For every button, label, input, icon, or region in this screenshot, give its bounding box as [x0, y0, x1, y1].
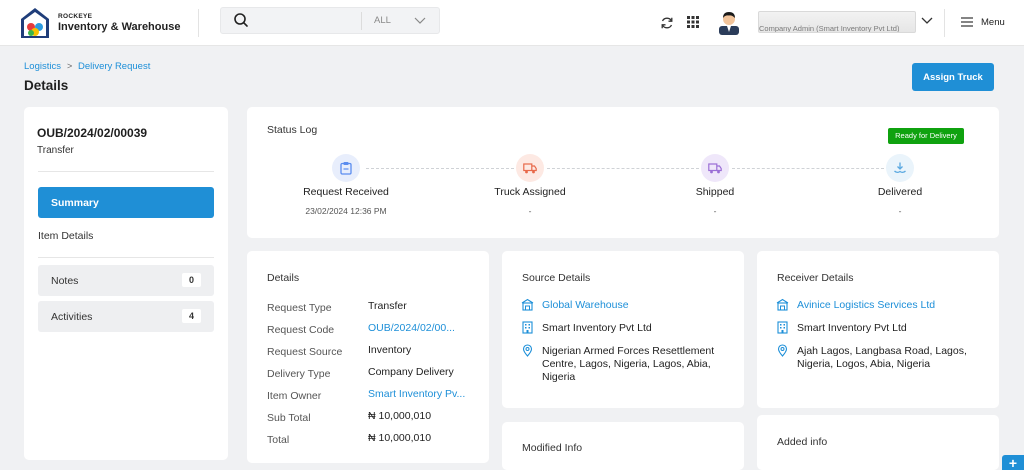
- delivered-icon: [894, 162, 906, 174]
- breadcrumb-logistics[interactable]: Logistics: [24, 61, 61, 72]
- count-badge: 4: [182, 309, 201, 323]
- truck-icon: [708, 163, 722, 174]
- hamburger-menu-icon[interactable]: [961, 17, 973, 27]
- tab-item-details[interactable]: Item Details: [38, 230, 93, 242]
- warehouse-icon: [776, 298, 789, 311]
- receiver-address: Ajah Lagos, Langbasa Road, Lagos, Nigeri…: [797, 345, 967, 370]
- progress-connector: [732, 168, 884, 169]
- building-icon: [522, 321, 533, 334]
- receiver-name-link[interactable]: Avinice Logistics Services Ltd: [797, 299, 987, 312]
- add-button[interactable]: +: [1002, 455, 1024, 470]
- divider: [38, 171, 214, 172]
- step-icon-request-received: [332, 154, 360, 182]
- detail-label: Total: [267, 434, 290, 446]
- count-badge: 0: [182, 273, 201, 287]
- truck-icon: [523, 163, 537, 174]
- page-title: Details: [24, 78, 69, 93]
- assign-truck-button[interactable]: Assign Truck: [912, 63, 994, 91]
- tab-label: Activities: [51, 311, 93, 323]
- user-company: Company Admin (Smart Inventory Pvt Ltd): [759, 24, 900, 33]
- source-address: Nigerian Armed Forces Resettlement Centr…: [542, 345, 715, 383]
- step-label: Request Received: [303, 186, 389, 198]
- brand-small: ROCKEYE: [58, 13, 93, 20]
- receiver-title: Receiver Details: [777, 272, 854, 284]
- step-date: 23/02/2024 12:36 PM: [305, 206, 387, 216]
- detail-value: Company Delivery: [368, 366, 454, 378]
- item-owner-link[interactable]: Smart Inventory Pv...: [368, 388, 465, 400]
- breadcrumb-delivery-request[interactable]: Delivery Request: [78, 61, 150, 72]
- location-pin-icon: [522, 344, 533, 357]
- divider: [944, 9, 945, 37]
- brand-title: Inventory & Warehouse: [58, 21, 181, 33]
- refresh-icon[interactable]: [660, 16, 674, 30]
- user-name-field[interactable]: Company Admin (Smart Inventory Pvt Ltd): [758, 11, 916, 33]
- detail-label: Request Type: [267, 302, 332, 314]
- chevron-down-icon[interactable]: [921, 16, 933, 26]
- warehouse-icon: [521, 298, 534, 311]
- status-badge: Ready for Delivery: [888, 128, 964, 144]
- divider: [361, 12, 362, 30]
- search-bar: ALL: [220, 7, 440, 34]
- detail-label: Request Code: [267, 324, 335, 336]
- source-title: Source Details: [522, 272, 591, 284]
- step-date: -: [528, 206, 532, 216]
- request-summary-card: OUB/2024/02/00039 Transfer Summary Item …: [24, 107, 228, 460]
- status-log-card: Status Log Ready for Delivery Request Re…: [247, 107, 999, 238]
- step-label: Shipped: [695, 186, 735, 198]
- tab-label: Notes: [51, 275, 79, 287]
- search-scope-select[interactable]: ALL: [374, 15, 391, 26]
- divider: [198, 9, 199, 37]
- detail-value: Inventory: [368, 344, 412, 356]
- rockeye-logo-icon[interactable]: [20, 7, 50, 39]
- details-card: Details Request Type Transfer Request Co…: [247, 251, 489, 463]
- added-info-card: Added info: [757, 415, 999, 470]
- progress-connector: [366, 168, 514, 169]
- breadcrumb-separator: >: [67, 61, 73, 71]
- request-code-link[interactable]: OUB/2024/02/00...: [368, 322, 455, 334]
- avatar[interactable]: [717, 9, 741, 35]
- detail-label: Delivery Type: [267, 368, 331, 380]
- request-reference: OUB/2024/02/00039: [37, 126, 148, 140]
- divider: [38, 257, 214, 258]
- tab-summary[interactable]: Summary: [38, 187, 214, 218]
- detail-value: ₦ 10,000,010: [368, 410, 432, 422]
- location-pin-icon: [777, 344, 788, 357]
- detail-label: Request Source: [267, 346, 343, 358]
- progress-connector: [547, 168, 699, 169]
- detail-value: Transfer: [368, 300, 407, 312]
- apps-grid-icon[interactable]: [686, 15, 700, 29]
- request-type: Transfer: [37, 145, 74, 156]
- detail-label: Item Owner: [267, 390, 322, 402]
- tab-notes[interactable]: Notes 0: [38, 265, 214, 296]
- step-icon-truck-assigned: [516, 154, 544, 182]
- search-icon[interactable]: [233, 12, 249, 28]
- step-date: -: [713, 206, 717, 216]
- added-info-title: Added info: [777, 436, 828, 448]
- modified-info-title: Modified Info: [522, 442, 583, 454]
- detail-value: ₦ 10,000,010: [368, 432, 432, 444]
- step-label: Delivered: [877, 186, 923, 198]
- status-log-title: Status Log: [267, 124, 318, 136]
- receiver-company: Smart Inventory Pvt Ltd: [797, 322, 907, 334]
- source-details-card: Source Details Global Warehouse Smart In…: [502, 251, 744, 408]
- step-icon-delivered: [886, 154, 914, 182]
- receiver-details-card: Receiver Details Avinice Logistics Servi…: [757, 251, 999, 408]
- building-icon: [777, 321, 788, 334]
- step-label: Truck Assigned: [494, 186, 566, 198]
- tab-activities[interactable]: Activities 4: [38, 301, 214, 332]
- details-title: Details: [267, 272, 300, 284]
- step-icon-shipped: [701, 154, 729, 182]
- detail-label: Sub Total: [267, 412, 311, 424]
- clipboard-icon: [340, 162, 352, 175]
- menu-button[interactable]: Menu: [981, 17, 1005, 28]
- modified-info-card: Modified Info: [502, 422, 744, 470]
- chevron-down-icon[interactable]: [414, 16, 426, 26]
- source-company: Smart Inventory Pvt Ltd: [542, 322, 652, 334]
- step-date: -: [898, 206, 902, 216]
- top-bar: ROCKEYE Inventory & Warehouse ALL Compan…: [0, 0, 1024, 46]
- search-input[interactable]: [255, 11, 355, 31]
- source-warehouse-link[interactable]: Global Warehouse: [542, 299, 732, 312]
